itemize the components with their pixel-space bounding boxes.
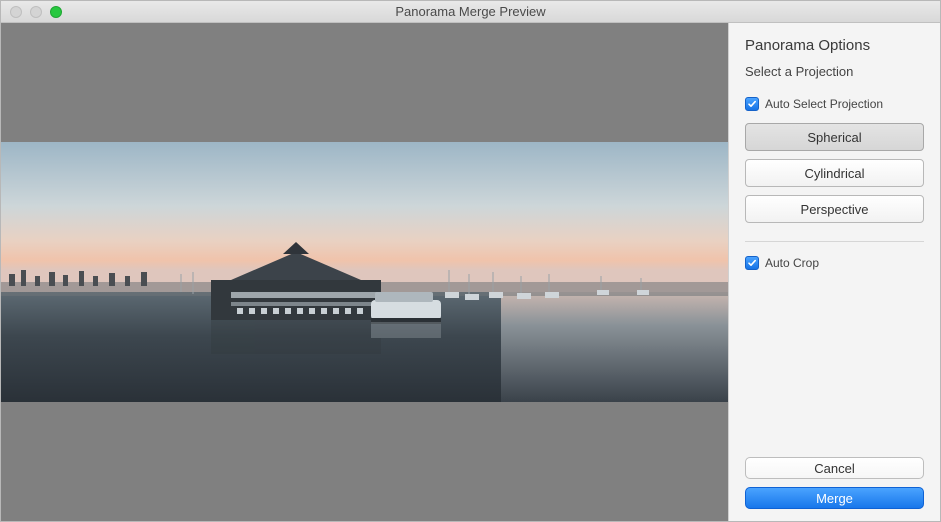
projection-spherical-button[interactable]: Spherical xyxy=(745,123,924,151)
sidebar-spacer xyxy=(745,282,924,449)
close-icon[interactable] xyxy=(10,6,22,18)
projection-perspective-button[interactable]: Perspective xyxy=(745,195,924,223)
maximize-icon[interactable] xyxy=(50,6,62,18)
cancel-button[interactable]: Cancel xyxy=(745,457,924,479)
checkbox-checked-icon xyxy=(745,256,759,270)
minimize-icon[interactable] xyxy=(30,6,42,18)
sidebar-heading: Panorama Options xyxy=(745,37,924,54)
auto-select-projection-label: Auto Select Projection xyxy=(765,97,883,111)
preview-area xyxy=(1,23,728,521)
traffic-lights xyxy=(1,6,62,18)
titlebar: Panorama Merge Preview xyxy=(1,1,940,23)
auto-select-projection-checkbox[interactable]: Auto Select Projection xyxy=(745,97,924,111)
sidebar-subheading: Select a Projection xyxy=(745,64,924,79)
merge-button[interactable]: Merge xyxy=(745,487,924,509)
divider xyxy=(745,241,924,242)
projection-cylindrical-button[interactable]: Cylindrical xyxy=(745,159,924,187)
window-title: Panorama Merge Preview xyxy=(1,4,940,19)
options-sidebar: Panorama Options Select a Projection Aut… xyxy=(728,23,940,521)
auto-crop-label: Auto Crop xyxy=(765,256,819,270)
panorama-merge-window: Panorama Merge Preview xyxy=(0,0,941,522)
checkbox-checked-icon xyxy=(745,97,759,111)
content-area: Panorama Options Select a Projection Aut… xyxy=(1,23,940,521)
panorama-preview-image xyxy=(1,142,728,402)
auto-crop-checkbox[interactable]: Auto Crop xyxy=(745,256,924,270)
